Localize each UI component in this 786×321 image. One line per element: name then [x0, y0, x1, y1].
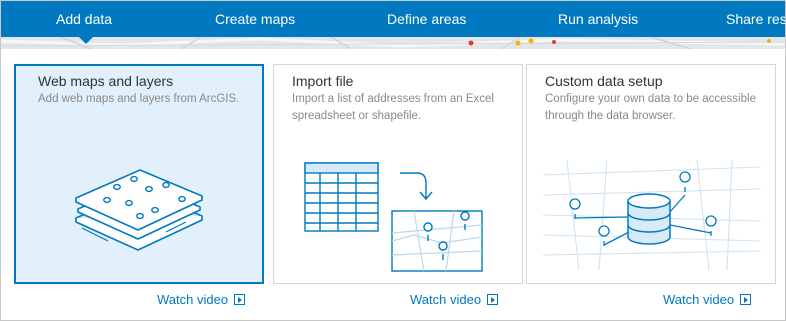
card-custom-data-setup[interactable]: Custom data setup Configure your own dat…: [526, 64, 776, 284]
watch-video-label: Watch video: [410, 292, 482, 307]
tab-share-results[interactable]: Share resu: [726, 1, 785, 37]
tab-add-data[interactable]: Add data: [56, 1, 112, 37]
card-import-file[interactable]: Import file Import a list of addresses f…: [273, 64, 523, 284]
play-icon: [740, 294, 752, 305]
stacked-map-layers-icon: [75, 169, 203, 251]
top-navigation: Add data Create maps Define areas Run an…: [1, 1, 785, 37]
add-data-panel: Add data Create maps Define areas Run an…: [0, 0, 786, 321]
tab-define-areas[interactable]: Define areas: [387, 1, 466, 37]
active-tab-caret: [79, 37, 93, 44]
play-icon: [234, 294, 246, 305]
card-web-maps-and-layers[interactable]: Web maps and layers Add web maps and lay…: [14, 64, 264, 284]
tab-create-maps[interactable]: Create maps: [215, 1, 295, 37]
watch-video-link-web-maps[interactable]: Watch video: [157, 292, 246, 308]
watch-video-label: Watch video: [157, 292, 229, 307]
watch-video-label: Watch video: [663, 292, 735, 307]
background-map-strip: [1, 37, 785, 49]
watch-video-link-custom-data[interactable]: Watch video: [663, 292, 752, 308]
database-network-icon: [542, 159, 762, 271]
tab-run-analysis[interactable]: Run analysis: [558, 1, 638, 37]
spreadsheet-to-map-icon: [304, 162, 483, 272]
play-icon: [487, 294, 499, 305]
watch-video-link-import-file[interactable]: Watch video: [410, 292, 499, 308]
